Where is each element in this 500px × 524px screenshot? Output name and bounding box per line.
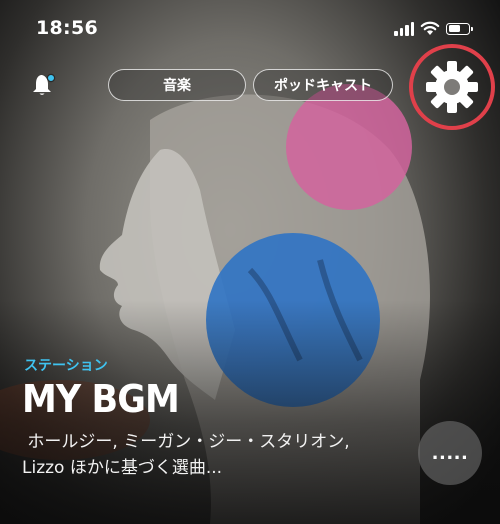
tab-podcast[interactable]: ポッドキャスト (253, 69, 393, 101)
wifi-icon (420, 21, 440, 35)
tab-music[interactable]: 音楽 (108, 69, 246, 101)
signal-icon (394, 21, 414, 36)
settings-button[interactable] (409, 44, 495, 130)
bell-icon (33, 73, 56, 95)
artwork-pink-circle (286, 84, 412, 210)
station-description-line-2: Lizzo ほかに基づく選曲... (22, 458, 223, 478)
notification-button[interactable] (30, 72, 56, 98)
battery-icon (446, 22, 473, 35)
station-title[interactable]: MY BGM (22, 377, 180, 421)
app-screen: 18:56 音楽 ポッドキャスト ステーション MY BGM ホールジー, ミー… (0, 0, 500, 524)
station-category-label: ステーション (24, 358, 108, 374)
status-bar: 18:56 (0, 0, 500, 52)
status-icons (394, 21, 473, 36)
gear-icon (426, 61, 478, 113)
notification-dot (46, 73, 56, 83)
station-description: ホールジー, ミーガン・ジー・スタリオン, Lizzo ほかに基づく選曲... (22, 429, 402, 481)
more-options-button[interactable]: ..... (418, 421, 482, 485)
station-description-line-1: ホールジー, ミーガン・ジー・スタリオン, (22, 432, 350, 452)
status-time: 18:56 (36, 17, 98, 39)
